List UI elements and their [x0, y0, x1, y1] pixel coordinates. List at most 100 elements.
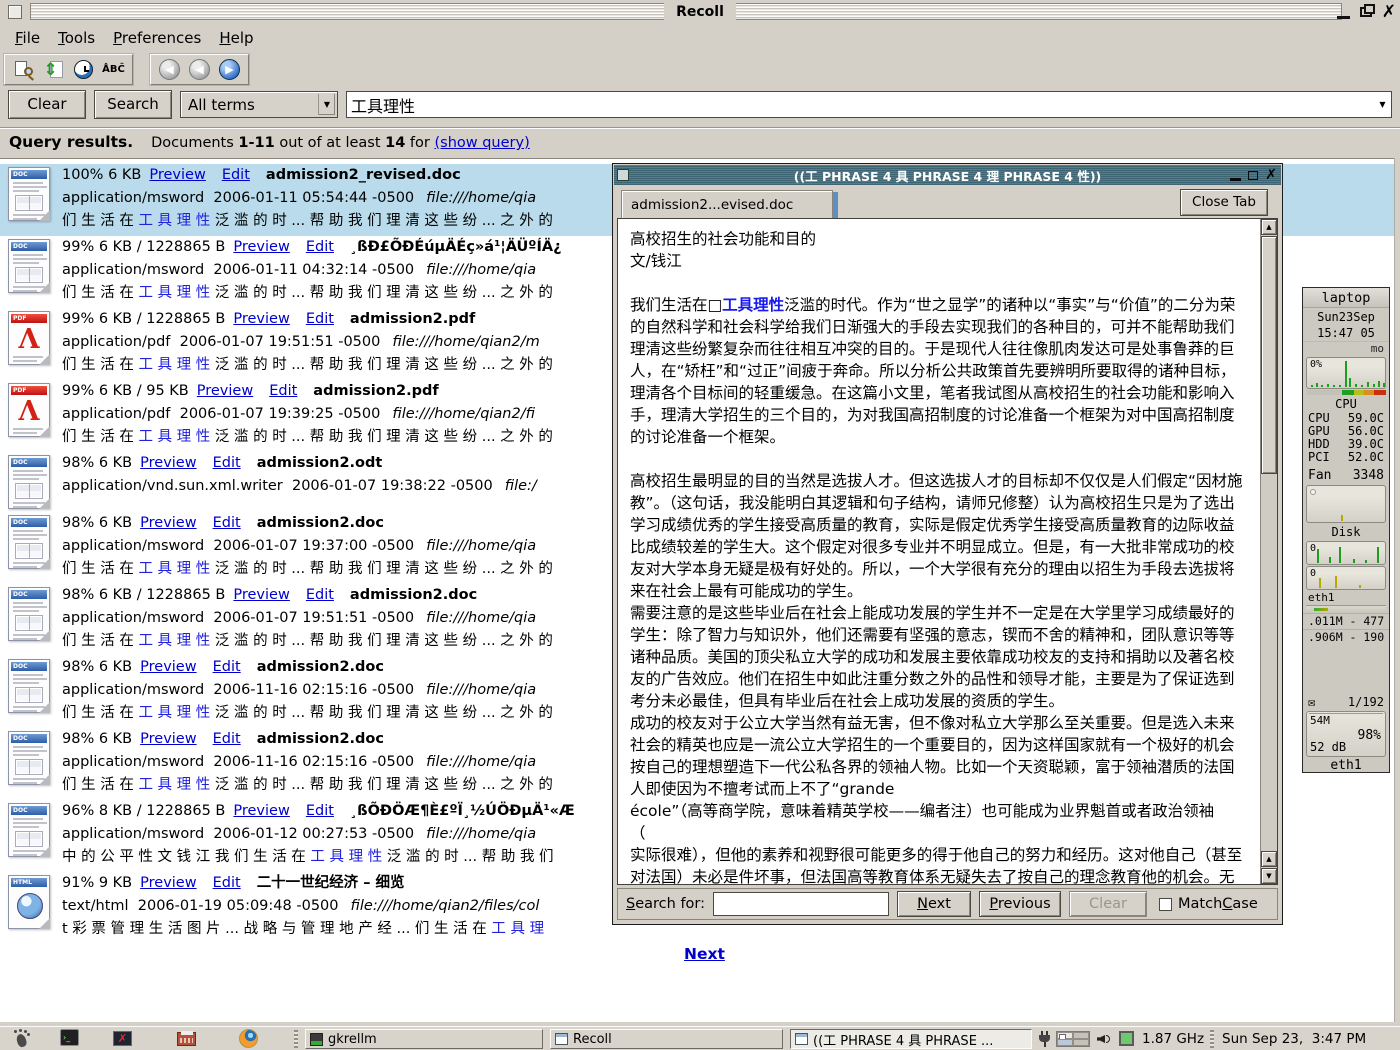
show-query-link[interactable]: (show query)	[434, 135, 529, 151]
advanced-search-button[interactable]	[10, 57, 37, 83]
volume-applet[interactable]	[1096, 1029, 1116, 1049]
first-page-icon: ◀	[159, 59, 180, 80]
preview-window: ((工 PHRASE 4 具 PHRASE 4 理 PHRASE 4 性)) ✗…	[612, 163, 1283, 925]
panel-handle[interactable]	[294, 1030, 298, 1048]
sort-parameters-button[interactable]: ⇕	[40, 57, 67, 83]
edit-link[interactable]: Edit	[213, 455, 241, 471]
firefox-launcher[interactable]	[239, 1029, 259, 1049]
find-clear-button[interactable]: Clear	[1069, 891, 1147, 917]
screen-x-icon: ✗	[113, 1031, 132, 1046]
edit-link[interactable]: Edit	[269, 383, 297, 399]
search-button[interactable]: Search	[94, 90, 172, 119]
preview-link[interactable]: Preview	[140, 515, 196, 531]
power-applet[interactable]	[1038, 1029, 1058, 1049]
preview-titlebar[interactable]: ((工 PHRASE 4 具 PHRASE 4 理 PHRASE 4 性)) ✗	[614, 165, 1281, 185]
preview-link[interactable]: Preview	[140, 731, 196, 747]
edit-link[interactable]: Edit	[213, 659, 241, 675]
query-history-chevron-icon[interactable]: ▼	[1375, 93, 1390, 116]
menu-file[interactable]: File	[6, 27, 49, 49]
edit-link[interactable]: Edit	[222, 167, 250, 183]
cpufreq-applet[interactable]	[1119, 1029, 1139, 1049]
workspace-4[interactable]	[1073, 1039, 1089, 1046]
search-input[interactable]	[351, 93, 1373, 116]
gkrellm-window[interactable]: laptop Sun23Sep 15:47 05 mo 0% CPU CPU59…	[1302, 287, 1390, 773]
menu-preferences[interactable]: Preferences	[104, 27, 210, 49]
workspace-3[interactable]	[1057, 1039, 1073, 1046]
typewriter-launcher[interactable]	[177, 1029, 197, 1049]
lock-screen-launcher[interactable]: ✗	[113, 1029, 133, 1049]
preview-link[interactable]: Preview	[233, 311, 289, 327]
clear-button[interactable]: Clear	[8, 90, 86, 119]
result-rank: 100% 6 KB	[62, 167, 141, 183]
next-page-button[interactable]: ▶	[216, 57, 243, 83]
preview-close-icon[interactable]: ✗	[1265, 166, 1277, 184]
preview-tab[interactable]: admission2...evised.doc	[621, 190, 833, 218]
edit-link[interactable]: Edit	[213, 731, 241, 747]
result-url: file:///home/qian2/m	[392, 334, 539, 350]
prev-page-button[interactable]: ◀	[186, 57, 213, 83]
terminal-launcher[interactable]: ›_	[60, 1029, 80, 1049]
result-rank: 91% 9 KB	[62, 875, 132, 891]
edit-link[interactable]: Edit	[213, 515, 241, 531]
menu-tools[interactable]: Tools	[49, 27, 104, 49]
prev-page-icon: ◀	[189, 59, 210, 80]
scroll-up-icon[interactable]: ▲	[1261, 219, 1277, 235]
find-next-button[interactable]: Next	[897, 891, 971, 917]
scroll-down-icon[interactable]: ▼	[1261, 868, 1277, 884]
preview-link[interactable]: Preview	[233, 587, 289, 603]
minimize-icon[interactable]	[1337, 16, 1350, 19]
preview-window-icon[interactable]	[617, 169, 629, 181]
preview-link[interactable]: Preview	[140, 455, 196, 471]
workspace-2[interactable]	[1073, 1032, 1089, 1039]
menu-help[interactable]: Help	[210, 27, 262, 49]
disk-section-label: Disk	[1303, 524, 1389, 540]
search-mode-select[interactable]: All terms ▼	[180, 91, 338, 118]
cpu-percent: 0%	[1310, 359, 1322, 370]
document-history-button[interactable]	[70, 57, 97, 83]
doc-file-icon: DOC	[8, 731, 50, 785]
scroll-up2-icon[interactable]: ▲	[1261, 851, 1277, 867]
first-page-button[interactable]: ◀	[156, 57, 183, 83]
edit-link[interactable]: Edit	[213, 875, 241, 891]
next-page-link[interactable]: Next	[684, 945, 725, 963]
doc-para: 高校招生最明显的目的当然是选拔人才。但这选拔人才的目标却不仅仅是人们假定“因材施…	[630, 472, 1243, 884]
taskbar-clock[interactable]: Sun Sep 23, 3:47 PM	[1222, 1031, 1366, 1047]
mail-row: ✉ 1/192	[1303, 694, 1389, 710]
term-explorer-button[interactable]: ÅBĈ	[100, 57, 127, 83]
preview-link[interactable]: Preview	[149, 167, 205, 183]
preview-link[interactable]: Preview	[140, 659, 196, 675]
window-task-icon	[795, 1033, 808, 1045]
scrollbar-thumb[interactable]	[1261, 236, 1277, 474]
workspace-1[interactable]	[1057, 1032, 1073, 1039]
task-button[interactable]: Recoll	[550, 1029, 783, 1049]
close-tab-button[interactable]: Close Tab	[1180, 189, 1268, 216]
result-mimetype-date: application/vnd.sun.xml.writer 2006-01-0…	[62, 478, 493, 494]
result-filename: admission2.doc	[350, 587, 477, 603]
gnome-menu-button[interactable]	[12, 1029, 32, 1049]
preview-link[interactable]: Preview	[197, 383, 253, 399]
edit-link[interactable]: Edit	[306, 803, 334, 819]
edit-link[interactable]: Edit	[306, 239, 334, 255]
globe-icon	[17, 893, 43, 919]
match-case-checkbox[interactable]	[1159, 898, 1172, 911]
task-button[interactable]: ((工 PHRASE 4 具 PHRASE ...	[790, 1029, 1032, 1049]
preview-scrollbar[interactable]: ▲ ▲ ▼	[1260, 219, 1277, 884]
preview-link[interactable]: Preview	[233, 803, 289, 819]
edit-link[interactable]: Edit	[306, 587, 334, 603]
preview-link[interactable]: Preview	[233, 239, 289, 255]
doc-file-icon: DOC	[8, 515, 50, 569]
edit-link[interactable]: Edit	[306, 311, 334, 327]
maximize-icon[interactable]	[1360, 7, 1372, 17]
preview-maximize-icon[interactable]	[1248, 171, 1258, 180]
workspace-pager[interactable]	[1056, 1031, 1090, 1047]
window-menu-icon[interactable]	[8, 5, 22, 19]
close-icon[interactable]: ✗	[1382, 3, 1396, 21]
task-button[interactable]: gkrellm	[305, 1029, 543, 1049]
find-previous-button[interactable]: Previous	[979, 891, 1061, 917]
preview-minimize-icon[interactable]	[1230, 178, 1241, 181]
find-input[interactable]	[713, 892, 889, 916]
cpu-frequency[interactable]: 1.87 GHz	[1142, 1031, 1204, 1047]
result-url: file:///home/qian2/files/col	[351, 898, 540, 914]
chevron-down-icon[interactable]: ▼	[318, 94, 335, 115]
preview-link[interactable]: Preview	[140, 875, 196, 891]
